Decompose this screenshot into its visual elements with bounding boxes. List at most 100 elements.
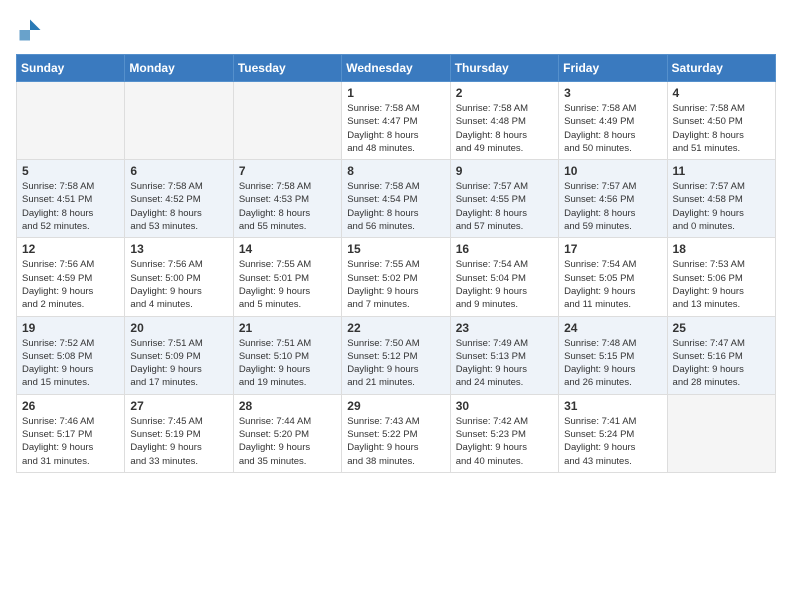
calendar-day-cell: 9 Sunrise: 7:57 AMSunset: 4:55 PMDaylight…: [450, 160, 558, 238]
calendar-week-row: 1 Sunrise: 7:58 AMSunset: 4:47 PMDaylight…: [17, 82, 776, 160]
day-number: 8: [347, 164, 444, 178]
day-info: Sunrise: 7:54 AMSunset: 5:05 PMDaylight:…: [564, 258, 661, 311]
weekday-header-cell: Monday: [125, 55, 233, 82]
logo: [16, 16, 48, 44]
calendar-day-cell: 5 Sunrise: 7:58 AMSunset: 4:51 PMDaylight…: [17, 160, 125, 238]
day-info: Sunrise: 7:50 AMSunset: 5:12 PMDaylight:…: [347, 337, 444, 390]
day-info: Sunrise: 7:43 AMSunset: 5:22 PMDaylight:…: [347, 415, 444, 468]
day-info: Sunrise: 7:54 AMSunset: 5:04 PMDaylight:…: [456, 258, 553, 311]
calendar-day-cell: 6 Sunrise: 7:58 AMSunset: 4:52 PMDaylight…: [125, 160, 233, 238]
calendar-day-cell: 23Sunrise: 7:49 AMSunset: 5:13 PMDayligh…: [450, 316, 558, 394]
day-number: 13: [130, 242, 227, 256]
day-number: 6: [130, 164, 227, 178]
day-info: Sunrise: 7:58 AMSunset: 4:49 PMDaylight:…: [564, 102, 661, 155]
day-number: 1: [347, 86, 444, 100]
day-info: Sunrise: 7:49 AMSunset: 5:13 PMDaylight:…: [456, 337, 553, 390]
day-number: 18: [673, 242, 770, 256]
calendar-day-cell: 19 Sunrise: 7:52 AMSunset: 5:08 PMDayligh…: [17, 316, 125, 394]
day-number: 19: [22, 321, 119, 335]
calendar-day-cell: 13Sunrise: 7:56 AMSunset: 5:00 PMDayligh…: [125, 238, 233, 316]
day-info: Sunrise: 7:58 AMSunset: 4:53 PMDaylight:…: [239, 180, 336, 233]
weekday-header-cell: Friday: [559, 55, 667, 82]
calendar-day-cell: 21Sunrise: 7:51 AMSunset: 5:10 PMDayligh…: [233, 316, 341, 394]
day-number: 9: [456, 164, 553, 178]
calendar-day-cell: 3 Sunrise: 7:58 AMSunset: 4:49 PMDaylight…: [559, 82, 667, 160]
calendar-body: 1 Sunrise: 7:58 AMSunset: 4:47 PMDaylight…: [17, 82, 776, 473]
day-info: Sunrise: 7:55 AMSunset: 5:01 PMDaylight:…: [239, 258, 336, 311]
day-info: Sunrise: 7:45 AMSunset: 5:19 PMDaylight:…: [130, 415, 227, 468]
day-info: Sunrise: 7:56 AMSunset: 4:59 PMDaylight:…: [22, 258, 119, 311]
calendar-day-cell: 4 Sunrise: 7:58 AMSunset: 4:50 PMDaylight…: [667, 82, 775, 160]
day-number: 12: [22, 242, 119, 256]
day-info: Sunrise: 7:58 AMSunset: 4:48 PMDaylight:…: [456, 102, 553, 155]
calendar-day-cell: 1 Sunrise: 7:58 AMSunset: 4:47 PMDaylight…: [342, 82, 450, 160]
day-info: Sunrise: 7:44 AMSunset: 5:20 PMDaylight:…: [239, 415, 336, 468]
weekday-header-cell: Tuesday: [233, 55, 341, 82]
day-number: 30: [456, 399, 553, 413]
weekday-header-cell: Saturday: [667, 55, 775, 82]
calendar-day-cell: 15 Sunrise: 7:55 AMSunset: 5:02 PMDayligh…: [342, 238, 450, 316]
day-number: 16: [456, 242, 553, 256]
calendar-day-cell: 25 Sunrise: 7:47 AMSunset: 5:16 PMDayligh…: [667, 316, 775, 394]
weekday-header-cell: Wednesday: [342, 55, 450, 82]
day-number: 31: [564, 399, 661, 413]
calendar-day-cell: [125, 82, 233, 160]
calendar-day-cell: 28 Sunrise: 7:44 AMSunset: 5:20 PMDayligh…: [233, 394, 341, 472]
day-info: Sunrise: 7:55 AMSunset: 5:02 PMDaylight:…: [347, 258, 444, 311]
day-number: 26: [22, 399, 119, 413]
day-info: Sunrise: 7:53 AMSunset: 5:06 PMDaylight:…: [673, 258, 770, 311]
calendar-day-cell: 20 Sunrise: 7:51 AMSunset: 5:09 PMDayligh…: [125, 316, 233, 394]
calendar-day-cell: 7 Sunrise: 7:58 AMSunset: 4:53 PMDaylight…: [233, 160, 341, 238]
calendar-week-row: 5 Sunrise: 7:58 AMSunset: 4:51 PMDaylight…: [17, 160, 776, 238]
calendar-day-cell: 24 Sunrise: 7:48 AMSunset: 5:15 PMDayligh…: [559, 316, 667, 394]
day-number: 2: [456, 86, 553, 100]
calendar-day-cell: [667, 394, 775, 472]
calendar-day-cell: 26 Sunrise: 7:46 AMSunset: 5:17 PMDayligh…: [17, 394, 125, 472]
calendar-table: SundayMondayTuesdayWednesdayThursdayFrid…: [16, 54, 776, 473]
calendar-day-cell: 10Sunrise: 7:57 AMSunset: 4:56 PMDayligh…: [559, 160, 667, 238]
calendar-week-row: 26 Sunrise: 7:46 AMSunset: 5:17 PMDayligh…: [17, 394, 776, 472]
day-info: Sunrise: 7:57 AMSunset: 4:55 PMDaylight:…: [456, 180, 553, 233]
calendar-day-cell: 11 Sunrise: 7:57 AMSunset: 4:58 PMDayligh…: [667, 160, 775, 238]
day-number: 15: [347, 242, 444, 256]
day-info: Sunrise: 7:46 AMSunset: 5:17 PMDaylight:…: [22, 415, 119, 468]
day-info: Sunrise: 7:42 AMSunset: 5:23 PMDaylight:…: [456, 415, 553, 468]
day-number: 3: [564, 86, 661, 100]
day-number: 27: [130, 399, 227, 413]
calendar-day-cell: 30 Sunrise: 7:42 AMSunset: 5:23 PMDayligh…: [450, 394, 558, 472]
day-number: 4: [673, 86, 770, 100]
day-info: Sunrise: 7:58 AMSunset: 4:50 PMDaylight:…: [673, 102, 770, 155]
day-info: Sunrise: 7:51 AMSunset: 5:09 PMDaylight:…: [130, 337, 227, 390]
day-info: Sunrise: 7:47 AMSunset: 5:16 PMDaylight:…: [673, 337, 770, 390]
day-info: Sunrise: 7:58 AMSunset: 4:51 PMDaylight:…: [22, 180, 119, 233]
calendar-day-cell: 22 Sunrise: 7:50 AMSunset: 5:12 PMDayligh…: [342, 316, 450, 394]
day-number: 20: [130, 321, 227, 335]
day-number: 11: [673, 164, 770, 178]
calendar-day-cell: 14 Sunrise: 7:55 AMSunset: 5:01 PMDayligh…: [233, 238, 341, 316]
day-info: Sunrise: 7:58 AMSunset: 4:54 PMDaylight:…: [347, 180, 444, 233]
day-info: Sunrise: 7:58 AMSunset: 4:47 PMDaylight:…: [347, 102, 444, 155]
day-info: Sunrise: 7:48 AMSunset: 5:15 PMDaylight:…: [564, 337, 661, 390]
day-number: 14: [239, 242, 336, 256]
day-info: Sunrise: 7:41 AMSunset: 5:24 PMDaylight:…: [564, 415, 661, 468]
day-number: 5: [22, 164, 119, 178]
day-info: Sunrise: 7:52 AMSunset: 5:08 PMDaylight:…: [22, 337, 119, 390]
calendar-day-cell: 17Sunrise: 7:54 AMSunset: 5:05 PMDayligh…: [559, 238, 667, 316]
day-info: Sunrise: 7:58 AMSunset: 4:52 PMDaylight:…: [130, 180, 227, 233]
weekday-header-cell: Sunday: [17, 55, 125, 82]
calendar-day-cell: 29 Sunrise: 7:43 AMSunset: 5:22 PMDayligh…: [342, 394, 450, 472]
day-number: 10: [564, 164, 661, 178]
day-info: Sunrise: 7:57 AMSunset: 4:58 PMDaylight:…: [673, 180, 770, 233]
calendar-day-cell: 27 Sunrise: 7:45 AMSunset: 5:19 PMDayligh…: [125, 394, 233, 472]
day-number: 7: [239, 164, 336, 178]
weekday-header-row: SundayMondayTuesdayWednesdayThursdayFrid…: [17, 55, 776, 82]
day-number: 25: [673, 321, 770, 335]
page-header: [16, 16, 776, 44]
calendar-day-cell: 8 Sunrise: 7:58 AMSunset: 4:54 PMDaylight…: [342, 160, 450, 238]
calendar-day-cell: 16 Sunrise: 7:54 AMSunset: 5:04 PMDayligh…: [450, 238, 558, 316]
calendar-day-cell: [233, 82, 341, 160]
day-number: 29: [347, 399, 444, 413]
day-number: 22: [347, 321, 444, 335]
day-number: 24: [564, 321, 661, 335]
day-number: 28: [239, 399, 336, 413]
